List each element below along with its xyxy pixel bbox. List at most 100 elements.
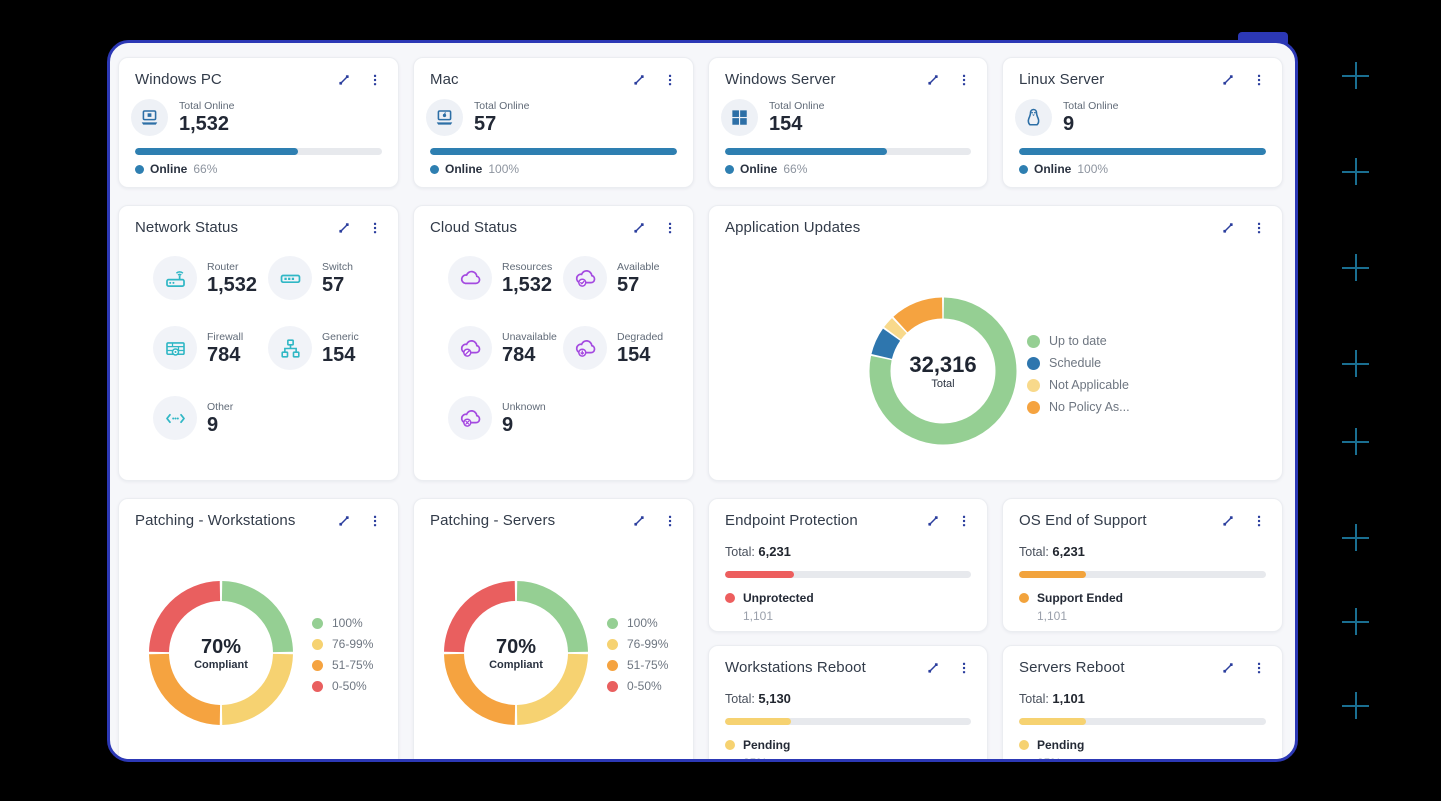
status-label: Online (150, 162, 187, 176)
legend-label: Not Applicable (1049, 378, 1129, 392)
unprotected-bar (725, 571, 971, 578)
legend-label: 100% (332, 616, 363, 630)
item-value: 9 (502, 414, 546, 436)
metric-value: 1,532 (179, 113, 234, 135)
network-item-switch: Switch 57 (268, 256, 398, 300)
expand-icon[interactable] (1221, 73, 1235, 87)
patching-workstations-legend: 100% 76-99% 51-75% 0-50% (312, 616, 373, 693)
legend-dot (1027, 401, 1040, 414)
legend-dot (607, 639, 618, 650)
legend-value: 25% (1037, 756, 1266, 762)
card-title: Servers Reboot (1019, 659, 1125, 676)
status-value: 66% (193, 162, 217, 176)
app-updates-donut-chart[interactable] (868, 296, 1018, 446)
metric-value: 57 (474, 113, 529, 135)
expand-icon[interactable] (337, 221, 351, 235)
patching-servers-legend: 100% 76-99% 51-75% 0-50% (607, 616, 668, 693)
cloud-degraded-icon (563, 326, 607, 370)
item-label: Unknown (502, 401, 546, 414)
online-status-dot (1019, 165, 1028, 174)
legend-value: 1,101 (743, 609, 971, 623)
plus-mark-icon (1342, 62, 1369, 89)
kebab-menu-icon[interactable] (957, 73, 971, 87)
legend-label: 76-99% (627, 637, 668, 651)
legend-dot (607, 681, 618, 692)
expand-icon[interactable] (1221, 221, 1235, 235)
legend-dot (312, 681, 323, 692)
cloud-unknown-icon (448, 396, 492, 440)
card-linux-server: Linux Server Total Online 9 Online 100% (1002, 57, 1283, 188)
card-application-updates: Application Updates 32,316 Total Up to d… (708, 205, 1283, 481)
cloud-item-unavailable: Unavailable 784 (448, 326, 563, 370)
online-progress-bar (1019, 148, 1266, 155)
legend-label: 100% (627, 616, 658, 630)
legend-label: Schedule (1049, 356, 1101, 370)
generic-device-icon (268, 326, 312, 370)
network-item-generic: Generic 154 (268, 326, 398, 370)
plus-mark-icon (1342, 692, 1369, 719)
kebab-menu-icon[interactable] (368, 73, 382, 87)
item-value: 1,532 (207, 274, 257, 296)
online-progress-bar (430, 148, 677, 155)
legend-dot (1019, 740, 1029, 750)
kebab-menu-icon[interactable] (1252, 514, 1266, 528)
total-label: Total: (725, 692, 755, 706)
expand-icon[interactable] (632, 73, 646, 87)
online-status-dot (725, 165, 734, 174)
network-item-firewall: Firewall 784 (153, 326, 268, 370)
kebab-menu-icon[interactable] (1252, 221, 1266, 235)
expand-icon[interactable] (926, 514, 940, 528)
legend-label: No Policy As... (1049, 400, 1130, 414)
legend-value: 1,101 (1037, 609, 1266, 623)
plus-mark-icon (1342, 524, 1369, 551)
total-value: 6,231 (758, 544, 791, 559)
windows-logo-icon (721, 99, 758, 136)
card-title: Mac (430, 71, 459, 88)
expand-icon[interactable] (926, 661, 940, 675)
kebab-menu-icon[interactable] (368, 221, 382, 235)
legend-label: 0-50% (332, 679, 367, 693)
expand-icon[interactable] (632, 221, 646, 235)
patching-servers-donut-chart[interactable] (441, 578, 591, 728)
kebab-menu-icon[interactable] (368, 514, 382, 528)
card-windows-server: Windows Server Total Online 154 Online 6… (708, 57, 988, 188)
card-title: OS End of Support (1019, 512, 1147, 529)
expand-icon[interactable] (632, 514, 646, 528)
item-label: Firewall (207, 331, 243, 344)
router-icon (153, 256, 197, 300)
online-status-dot (430, 165, 439, 174)
item-value: 1,532 (502, 274, 552, 296)
cloud-check-icon (563, 256, 607, 300)
dashboard-panel: Windows PC Total Online 1,532 Online 66% (107, 40, 1298, 762)
dashboard-screen: Windows PC Total Online 1,532 Online 66% (0, 0, 1441, 801)
metric-value: 9 (1063, 113, 1118, 135)
status-value: 100% (488, 162, 519, 176)
metric-label: Total Online (769, 100, 824, 113)
legend-label: Unprotected (743, 591, 814, 605)
metric-label: Total Online (474, 100, 529, 113)
kebab-menu-icon[interactable] (663, 73, 677, 87)
patching-workstations-donut-chart[interactable] (146, 578, 296, 728)
kebab-menu-icon[interactable] (957, 514, 971, 528)
expand-icon[interactable] (1221, 661, 1235, 675)
pending-bar (1019, 718, 1266, 725)
plus-mark-icon (1342, 608, 1369, 635)
item-label: Router (207, 261, 257, 274)
expand-icon[interactable] (337, 73, 351, 87)
kebab-menu-icon[interactable] (1252, 661, 1266, 675)
legend-value: 25% (743, 756, 971, 762)
kebab-menu-icon[interactable] (663, 221, 677, 235)
item-value: 154 (322, 344, 359, 366)
kebab-menu-icon[interactable] (957, 661, 971, 675)
plus-mark-icon (1342, 428, 1369, 455)
kebab-menu-icon[interactable] (663, 514, 677, 528)
online-status-dot (135, 165, 144, 174)
network-item-other: Other 9 (153, 396, 268, 440)
card-title: Patching - Workstations (135, 512, 295, 529)
expand-icon[interactable] (1221, 514, 1235, 528)
total-value: 1,101 (1052, 691, 1085, 706)
kebab-menu-icon[interactable] (1252, 73, 1266, 87)
expand-icon[interactable] (926, 73, 940, 87)
expand-icon[interactable] (337, 514, 351, 528)
legend-label: Up to date (1049, 334, 1107, 348)
